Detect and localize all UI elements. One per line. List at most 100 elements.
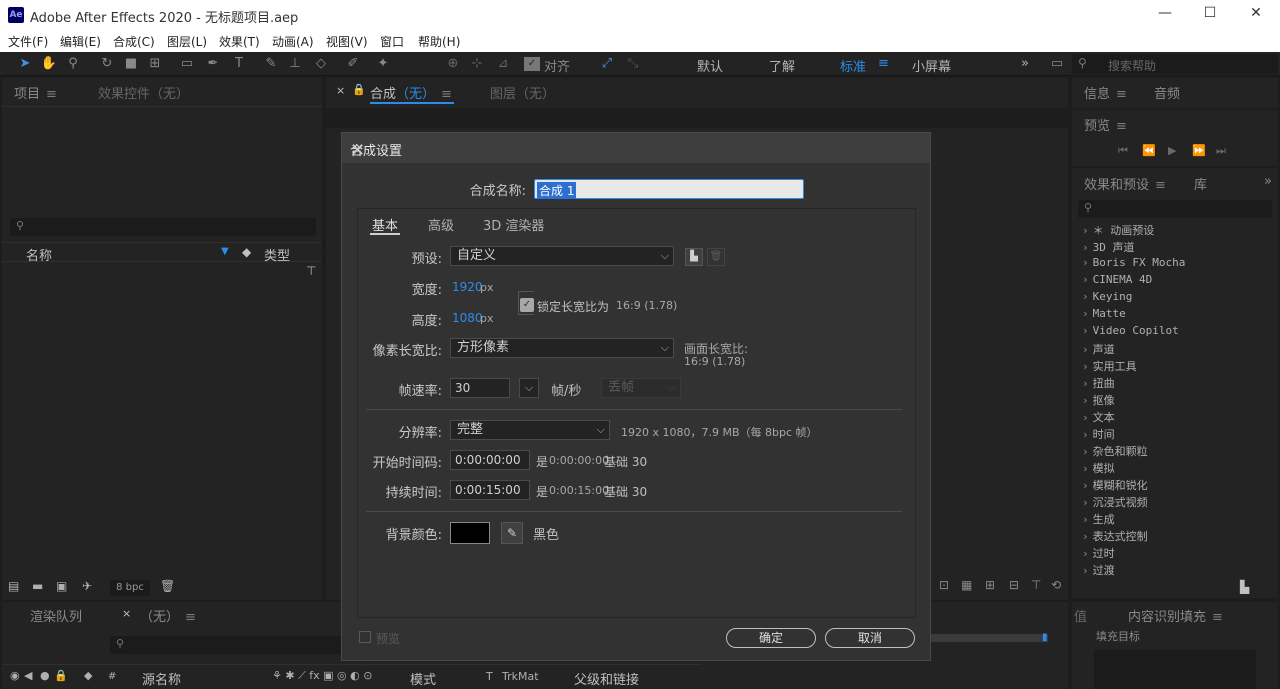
type-tool-icon[interactable]: T xyxy=(230,55,248,73)
roto-brush-tool-icon[interactable]: ✐ xyxy=(344,55,362,73)
panel-menu-icon[interactable]: ≡ xyxy=(1116,119,1127,134)
menu-edit[interactable]: 编辑(E) xyxy=(60,33,101,50)
list-item[interactable]: › ＊ 动画预设 xyxy=(1076,222,1272,239)
workspace-menu-icon[interactable]: ≡ xyxy=(878,56,889,71)
panel-menu-icon[interactable]: ≡ xyxy=(1212,610,1223,625)
flowchart-icon[interactable]: ⊤ xyxy=(1031,578,1041,592)
visibility-eye-icon[interactable]: ◉ xyxy=(10,669,20,682)
comp-name-input[interactable]: 合成 1 xyxy=(534,179,804,199)
list-item[interactable]: › 文本 xyxy=(1076,409,1272,426)
tab-content-aware-fill[interactable]: 内容识别填充 ≡ xyxy=(1128,606,1223,625)
list-item[interactable]: › 扭曲 xyxy=(1076,375,1272,392)
start-timecode-input[interactable]: 0:00:00:00 xyxy=(450,450,530,470)
list-item[interactable]: › 时间 xyxy=(1076,426,1272,443)
trash-icon[interactable]: 🗑 xyxy=(160,579,175,593)
sort-arrow-icon[interactable]: ▼ xyxy=(221,246,229,257)
switches-icons[interactable]: ⚘ ✱ ⟋ fx ▣ ◎ ◐ ⊙ xyxy=(272,669,372,683)
tab-effects-presets[interactable]: 效果和预设 ≡ xyxy=(1084,174,1166,193)
menu-help[interactable]: 帮助(H) xyxy=(418,33,460,50)
tab-project[interactable]: 项目 ≡ xyxy=(14,83,57,102)
tab-effects-controls[interactable]: 效果控件（无） xyxy=(98,83,189,102)
panel-more-icon[interactable]: » xyxy=(1264,174,1272,189)
panel-menu-icon[interactable]: ≡ xyxy=(441,87,452,102)
duration-input[interactable]: 0:00:15:00 xyxy=(450,480,530,500)
workspace-small-screen[interactable]: 小屏幕 xyxy=(912,56,951,75)
close-icon[interactable]: ✕ xyxy=(350,140,922,161)
source-name-header[interactable]: 源名称 xyxy=(142,669,181,688)
panel-sync-icon[interactable]: ▭ xyxy=(1046,55,1068,73)
menu-window[interactable]: 窗口 xyxy=(380,33,404,50)
eraser-tool-icon[interactable]: ◇ xyxy=(312,55,330,73)
panel-menu-icon[interactable]: ≡ xyxy=(1116,87,1127,102)
solo-icon[interactable]: ● xyxy=(40,669,50,682)
fps-input[interactable]: 30 xyxy=(450,378,510,398)
label-tag-icon[interactable]: ◆ xyxy=(242,245,251,259)
width-value[interactable]: 1920 xyxy=(452,280,483,294)
tab-basic[interactable]: 基本 xyxy=(372,215,398,234)
play-icon[interactable]: ▶ xyxy=(1168,144,1176,157)
timeline-search-input[interactable]: ⚲ xyxy=(110,636,342,654)
menu-layer[interactable]: 图层(L) xyxy=(167,33,207,50)
next-frame-icon[interactable]: ⏩ xyxy=(1192,144,1206,157)
delete-preset-icon[interactable]: 🗑 xyxy=(707,248,725,266)
tab-render-queue[interactable]: 渲染队列 xyxy=(30,606,82,625)
hand-tool-icon[interactable]: ✋ xyxy=(40,55,58,73)
tab-preview[interactable]: 预览 ≡ xyxy=(1084,115,1127,134)
list-item[interactable]: › 杂色和颗粒 xyxy=(1076,443,1272,460)
column-name-header[interactable]: 名称 xyxy=(26,245,52,264)
playhead-icon[interactable]: ▮ xyxy=(1042,632,1048,643)
project-search-input[interactable]: ⚲ xyxy=(10,218,316,236)
bg-color-swatch[interactable] xyxy=(450,522,490,544)
preset-select[interactable]: 自定义 ⌵ xyxy=(450,246,674,266)
close-window-button[interactable]: ✕ xyxy=(1236,5,1276,21)
help-search-box[interactable]: ⚲ 搜索帮助 xyxy=(1072,54,1278,74)
list-item[interactable]: › Keying xyxy=(1076,290,1272,307)
snap-icon[interactable]: ⤢ xyxy=(598,55,616,73)
flowchart-icon[interactable]: ⊤ xyxy=(306,264,316,278)
list-item[interactable]: › 3D 声道 xyxy=(1076,239,1272,256)
new-folder-icon[interactable]: ▬ xyxy=(32,579,43,593)
snapshot-icon[interactable]: ⊡ xyxy=(939,578,949,592)
tab-info[interactable]: 信息 ≡ xyxy=(1084,83,1127,102)
panel-menu-icon[interactable]: ≡ xyxy=(46,87,57,102)
interpret-footage-icon[interactable]: ▤ xyxy=(8,579,19,593)
lock-icon[interactable]: 🔒 xyxy=(352,83,366,96)
tab-3d-renderer[interactable]: 3D 渲染器 xyxy=(483,215,544,234)
new-preset-icon[interactable]: ▙ xyxy=(1240,580,1249,594)
close-tab-icon[interactable]: × xyxy=(336,84,345,97)
maximize-button[interactable]: ☐ xyxy=(1190,5,1230,21)
pixel-aspect-select[interactable]: 方形像素 ⌵ xyxy=(450,338,674,358)
tab-timeline[interactable]: （无） ≡ xyxy=(140,606,196,625)
pan-behind-tool-icon[interactable]: ⊞ xyxy=(146,55,164,73)
fps-dropdown-chevron-icon[interactable]: ⌵ xyxy=(519,378,539,398)
list-item[interactable]: › Boris FX Mocha xyxy=(1076,256,1272,273)
panel-menu-icon[interactable]: ≡ xyxy=(1155,178,1166,193)
clone-stamp-tool-icon[interactable]: ⊥ xyxy=(286,55,304,73)
list-item[interactable]: › 抠像 xyxy=(1076,392,1272,409)
camera-icon[interactable]: ⊟ xyxy=(1009,578,1019,592)
list-item[interactable]: › 实用工具 xyxy=(1076,358,1272,375)
effects-search-input[interactable]: ⚲ xyxy=(1078,200,1272,218)
save-preset-icon[interactable]: ▙ xyxy=(685,248,703,266)
rectangle-tool-icon[interactable]: ▭ xyxy=(178,55,196,73)
toggle-transparency-icon[interactable]: ▦ xyxy=(961,578,972,592)
eyedropper-icon[interactable]: ✎ xyxy=(501,522,523,544)
rotate-tool-icon[interactable]: ↻ xyxy=(98,55,116,73)
list-item[interactable]: › 模糊和锐化 xyxy=(1076,477,1272,494)
lock-aspect-checkbox[interactable]: ✓ xyxy=(520,298,534,312)
new-comp-icon[interactable]: ▣ xyxy=(56,579,67,593)
prev-frame-icon[interactable]: ⏪ xyxy=(1142,144,1156,157)
label-tag-icon[interactable]: ◆ xyxy=(84,669,92,682)
tab-advanced[interactable]: 高级 xyxy=(428,215,454,234)
audio-icon[interactable]: ◀ xyxy=(24,669,32,682)
list-item[interactable]: › 过渡 xyxy=(1076,562,1272,579)
list-item[interactable]: › 表达式控制 xyxy=(1076,528,1272,545)
tab-composition[interactable]: 合成（无） ≡ xyxy=(370,83,452,102)
workspace-standard[interactable]: 标准 xyxy=(840,56,866,75)
cancel-button[interactable]: 取消 xyxy=(825,628,915,648)
list-item[interactable]: › 声道 xyxy=(1076,341,1272,358)
local-axis-icon[interactable]: ⊕ xyxy=(444,55,462,73)
panel-menu-icon[interactable]: ≡ xyxy=(185,610,196,625)
zoom-tool-icon[interactable]: ⚲ xyxy=(64,55,82,73)
list-item[interactable]: › Matte xyxy=(1076,307,1272,324)
